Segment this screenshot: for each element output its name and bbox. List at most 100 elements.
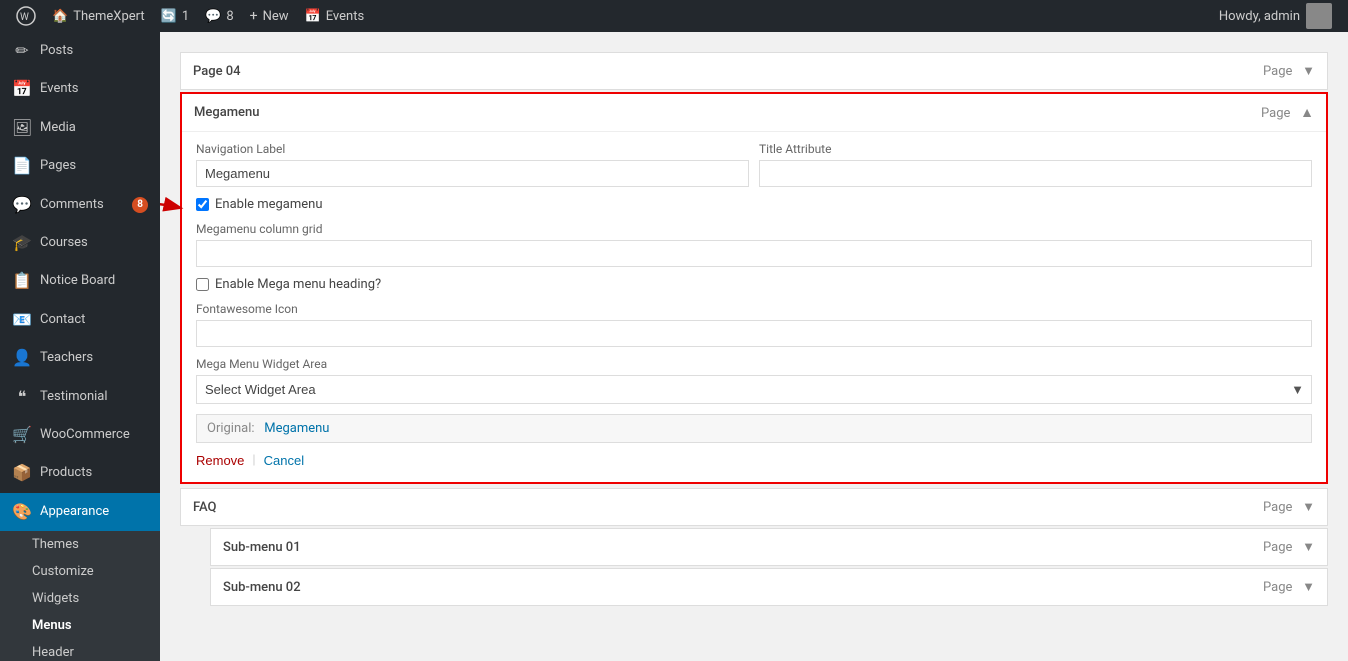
woocommerce-icon: 🛒: [12, 424, 32, 446]
column-grid-input[interactable]: [196, 240, 1312, 267]
remove-button[interactable]: Remove: [196, 453, 244, 468]
sidebar-label-teachers: Teachers: [40, 349, 148, 367]
sidebar-label-contact: Contact: [40, 311, 148, 329]
teachers-icon: 👤: [12, 347, 32, 369]
sidebar-item-testimonial[interactable]: ❝ Testimonial: [0, 378, 160, 416]
widget-area-label: Mega Menu Widget Area: [196, 357, 1312, 371]
submenu02-chevron: ▼: [1302, 580, 1315, 595]
menu-item-page04[interactable]: Page 04 Page ▼: [180, 52, 1328, 90]
menu-item-megamenu: Megamenu Page ▲ Navigation Label Title A…: [180, 92, 1328, 484]
sidebar-item-courses[interactable]: 🎓 Courses: [0, 224, 160, 262]
sidebar-sub-widgets[interactable]: Widgets: [0, 585, 160, 612]
sidebar-item-notice-board[interactable]: 📋 Notice Board: [0, 262, 160, 300]
new-label: New: [263, 9, 289, 24]
original-label: Original:: [207, 421, 255, 436]
menu-item-submenu02[interactable]: Sub-menu 02 Page ▼: [210, 568, 1328, 606]
nav-label-label: Navigation Label: [196, 142, 749, 156]
sidebar-sub-header[interactable]: Header: [0, 639, 160, 661]
sidebar-item-comments[interactable]: 💬 Comments 8: [0, 186, 160, 224]
sidebar-sub-menus[interactable]: Menus: [0, 612, 160, 639]
contact-icon: 📧: [12, 309, 32, 331]
actions-row: Remove | Cancel: [196, 453, 1312, 468]
events-sidebar-icon: 📅: [12, 78, 32, 100]
sidebar-item-woocommerce[interactable]: 🛒 WooCommerce: [0, 416, 160, 454]
site-name-item[interactable]: 🏠 ThemeXpert: [44, 0, 153, 32]
avatar: [1306, 3, 1332, 29]
enable-megamenu-row: Enable megamenu: [196, 197, 323, 212]
new-item[interactable]: + New: [242, 0, 297, 32]
cancel-button[interactable]: Cancel: [264, 453, 304, 468]
sidebar-label-products: Products: [40, 464, 148, 482]
submenu02-type: Page ▼: [1263, 579, 1315, 595]
enable-megamenu-checkbox[interactable]: [196, 198, 209, 211]
menu-item-faq[interactable]: FAQ Page ▼: [180, 488, 1328, 526]
fontawesome-label: Fontawesome Icon: [196, 302, 1312, 316]
title-attr-group: Title Attribute: [759, 142, 1312, 187]
nav-label-input[interactable]: [196, 160, 749, 187]
events-label: Events: [326, 9, 364, 24]
title-attr-input[interactable]: [759, 160, 1312, 187]
sidebar-item-media[interactable]: 🖼 Media: [0, 109, 160, 147]
wp-logo-icon: W: [16, 6, 36, 26]
home-icon: 🏠: [52, 9, 68, 24]
sidebar-item-products[interactable]: 📦 Products: [0, 454, 160, 492]
wp-logo-item[interactable]: W: [8, 0, 44, 32]
megamenu-form: Navigation Label Title Attribute: [182, 131, 1326, 482]
column-grid-group: Megamenu column grid: [196, 222, 1312, 267]
sidebar: ✏ Posts 📅 Events 🖼 Media 📄 Pages 💬 Comme…: [0, 32, 160, 661]
howdy-text: Howdy, admin: [1219, 9, 1300, 24]
sidebar-sub-customize[interactable]: Customize: [0, 558, 160, 585]
enable-megamenu-label: Enable megamenu: [215, 197, 323, 212]
page04-type: Page ▼: [1263, 63, 1315, 79]
sidebar-item-posts[interactable]: ✏ Posts: [0, 32, 160, 70]
sidebar-item-contact[interactable]: 📧 Contact: [0, 301, 160, 339]
notice-board-icon: 📋: [12, 270, 32, 292]
megamenu-header[interactable]: Megamenu Page ▲: [182, 94, 1326, 131]
menu-item-submenu01[interactable]: Sub-menu 01 Page ▼: [210, 528, 1328, 566]
megamenu-chevron-up: ▲: [1300, 105, 1314, 121]
widget-area-group: Mega Menu Widget Area Select Widget Area…: [196, 357, 1312, 404]
appearance-icon: 🎨: [12, 501, 32, 523]
sidebar-sub-themes[interactable]: Themes: [0, 531, 160, 558]
pages-icon: 📄: [12, 155, 32, 177]
original-row: Original: Megamenu: [196, 414, 1312, 443]
plus-icon: +: [250, 8, 258, 24]
enable-heading-checkbox[interactable]: [196, 278, 209, 291]
events-icon: 📅: [305, 9, 321, 24]
sidebar-label-testimonial: Testimonial: [40, 388, 148, 406]
updates-item[interactable]: 🔄 1: [153, 0, 198, 32]
original-link[interactable]: Megamenu: [264, 421, 329, 436]
red-arrow: [160, 197, 191, 219]
sidebar-label-woocommerce: WooCommerce: [40, 426, 148, 444]
sidebar-label-pages: Pages: [40, 157, 148, 175]
svg-text:W: W: [20, 12, 29, 23]
widget-area-select[interactable]: Select Widget Area Primary Sidebar Secon…: [196, 375, 1312, 404]
admin-bar: W 🏠 ThemeXpert 🔄 1 💬 8 + New 📅 Events Ho…: [0, 0, 1348, 32]
fontawesome-input[interactable]: [196, 320, 1312, 347]
comments-icon: 💬: [205, 9, 221, 24]
faq-chevron: ▼: [1302, 500, 1315, 515]
submenu01-type: Page ▼: [1263, 539, 1315, 555]
submenu02-title: Sub-menu 02: [223, 580, 301, 595]
title-attr-label: Title Attribute: [759, 142, 1312, 156]
comments-item[interactable]: 💬 8: [197, 0, 242, 32]
sidebar-item-teachers[interactable]: 👤 Teachers: [0, 339, 160, 377]
media-icon: 🖼: [12, 117, 32, 139]
enable-megamenu-container: Enable megamenu: [196, 197, 323, 222]
events-item[interactable]: 📅 Events: [297, 0, 373, 32]
sidebar-label-courses: Courses: [40, 234, 148, 252]
megamenu-title: Megamenu: [194, 105, 259, 120]
megamenu-type: Page ▲: [1261, 104, 1314, 121]
howdy-section[interactable]: Howdy, admin: [1211, 3, 1340, 29]
comments-sidebar-icon: 💬: [12, 194, 32, 216]
main-layout: ✏ Posts 📅 Events 🖼 Media 📄 Pages 💬 Comme…: [0, 32, 1348, 661]
sidebar-item-events[interactable]: 📅 Events: [0, 70, 160, 108]
sidebar-item-pages[interactable]: 📄 Pages: [0, 147, 160, 185]
sidebar-item-appearance[interactable]: 🎨 Appearance: [0, 493, 160, 531]
main-content: Page 04 Page ▼ Megamenu Page ▲ Na: [160, 32, 1348, 661]
nav-title-row: Navigation Label Title Attribute: [196, 142, 1312, 187]
action-separator: |: [252, 453, 255, 468]
faq-title: FAQ: [193, 500, 217, 515]
enable-heading-label: Enable Mega menu heading?: [215, 277, 381, 292]
sidebar-label-comments: Comments: [40, 196, 124, 214]
